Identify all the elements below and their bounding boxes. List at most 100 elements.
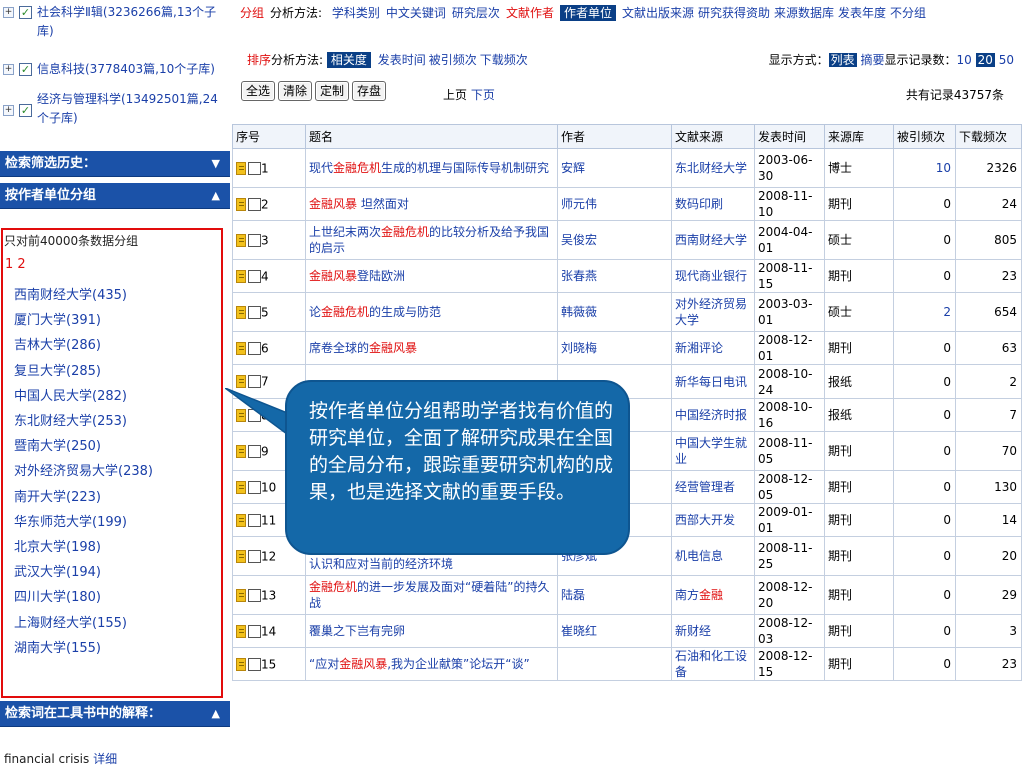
checkbox-checked-icon[interactable]: ✓: [19, 6, 32, 19]
count-50[interactable]: 50: [999, 53, 1014, 67]
document-icon[interactable]: [236, 549, 246, 563]
author-cell[interactable]: 刘晓梅: [557, 331, 672, 365]
col-header-downloads[interactable]: 下载频次: [955, 124, 1022, 149]
document-icon[interactable]: [236, 233, 246, 247]
source-cell[interactable]: 现代商业银行: [671, 259, 755, 293]
title-fragment[interactable]: 金融风暴: [309, 269, 357, 283]
row-checkbox[interactable]: [248, 480, 261, 494]
title-cell[interactable]: 金融风暴 坦然面对: [305, 187, 558, 221]
col-header-cited[interactable]: 被引频次: [893, 124, 956, 149]
cited-cell[interactable]: 10: [893, 148, 956, 188]
group-option[interactable]: 文献作者: [506, 6, 554, 20]
sort-option[interactable]: 下载频次: [480, 53, 528, 67]
col-header-date[interactable]: 发表时间: [754, 124, 825, 149]
table-row[interactable]: 3 上世纪末两次金融危机的比较分析及给予我国的启示 吴俊宏 西南财经大学 2004-04…: [232, 220, 1022, 260]
title-cell[interactable]: 论金融危机的生成与防范: [305, 292, 558, 332]
author-cell[interactable]: 吴俊宏: [557, 220, 672, 260]
collapse-up-icon[interactable]: ▲: [212, 701, 220, 727]
table-row[interactable]: 13 金融危机的进一步发展及面对“硬着陆”的持久战 陆磊 南方金融 2008-12-20…: [232, 575, 1022, 615]
group-by-unit-bar[interactable]: 按作者单位分组 ▲: [0, 183, 230, 209]
next-page[interactable]: 下页: [471, 88, 495, 102]
db-label[interactable]: 信息科技(3778403篇,10个子库): [37, 60, 227, 79]
group-option-selected[interactable]: 作者单位: [559, 5, 616, 21]
document-icon[interactable]: [236, 197, 246, 211]
row-checkbox[interactable]: [248, 513, 261, 527]
author-cell[interactable]: 安辉: [557, 148, 672, 188]
source-cell[interactable]: 东北财经大学: [671, 148, 755, 188]
display-list-mode[interactable]: 列表: [828, 53, 857, 67]
cited-cell[interactable]: 2: [893, 292, 956, 332]
count-20[interactable]: 20: [975, 53, 995, 67]
unit-item[interactable]: 复旦大学(285): [14, 362, 101, 381]
title-fragment[interactable]: 生成的机理与国际传导机制研究: [381, 161, 549, 175]
document-icon[interactable]: [236, 269, 246, 283]
unit-item[interactable]: 华东师范大学(199): [14, 513, 127, 532]
source-cell[interactable]: 经营管理者: [671, 470, 755, 504]
document-icon[interactable]: [236, 305, 246, 319]
author-cell[interactable]: [557, 647, 672, 681]
unit-item[interactable]: 对外经济贸易大学(238): [14, 462, 153, 481]
title-fragment[interactable]: 的生成与防范: [369, 305, 441, 319]
col-header-database[interactable]: 来源库: [824, 124, 894, 149]
expand-icon[interactable]: +: [3, 105, 14, 116]
title-cell[interactable]: 上世纪末两次金融危机的比较分析及给予我国的启示: [305, 220, 558, 260]
source-cell[interactable]: 西部大开发: [671, 503, 755, 537]
group-option[interactable]: 发表年度: [838, 6, 886, 20]
count-10[interactable]: 10: [957, 53, 972, 67]
title-fragment[interactable]: 金融危机: [381, 225, 429, 239]
document-icon[interactable]: [236, 657, 246, 671]
title-fragment[interactable]: 金融风暴: [369, 341, 417, 355]
document-icon[interactable]: [236, 341, 246, 355]
unit-item[interactable]: 西南财经大学(435): [14, 286, 127, 305]
search-history-bar[interactable]: 检索筛选历史： ▼: [0, 151, 230, 177]
row-checkbox[interactable]: [248, 161, 261, 175]
group-option[interactable]: 中文关键词: [386, 6, 446, 20]
row-checkbox[interactable]: [248, 657, 261, 671]
unit-item[interactable]: 上海财经大学(155): [14, 614, 127, 633]
unit-item[interactable]: 暨南大学(250): [14, 437, 101, 456]
title-fragment[interactable]: 金融危机: [333, 161, 381, 175]
title-fragment[interactable]: 金融风暴: [309, 197, 357, 211]
source-cell[interactable]: 新华每日电讯: [671, 364, 755, 399]
col-header-source[interactable]: 文献来源: [671, 124, 755, 149]
author-cell[interactable]: 陆磊: [557, 575, 672, 615]
save-button[interactable]: 存盘: [352, 81, 387, 101]
document-icon[interactable]: [236, 513, 246, 527]
title-fragment[interactable]: ,我为企业献策”论坛开“谈”: [387, 657, 529, 671]
source-cell[interactable]: 南方金融: [671, 575, 755, 615]
group-option[interactable]: 研究获得资助: [698, 6, 770, 20]
clear-button[interactable]: 清除: [278, 81, 313, 101]
title-fragment[interactable]: 席卷全球的: [309, 341, 369, 355]
source-cell[interactable]: 数码印刷: [671, 187, 755, 221]
row-checkbox[interactable]: [248, 269, 261, 283]
col-header-title[interactable]: 题名: [305, 124, 558, 149]
checkbox-checked-icon[interactable]: ✓: [19, 104, 32, 117]
row-checkbox[interactable]: [248, 588, 261, 602]
collapse-down-icon[interactable]: ▼: [212, 151, 220, 177]
source-fragment[interactable]: 南方: [675, 588, 699, 602]
sort-relevance[interactable]: 相关度: [326, 52, 371, 68]
source-cell[interactable]: 对外经济贸易大学: [671, 292, 755, 332]
select-all-button[interactable]: 全选: [241, 81, 276, 101]
expand-icon[interactable]: +: [3, 64, 14, 75]
author-cell[interactable]: 师元伟: [557, 187, 672, 221]
sort-option[interactable]: 被引频次: [429, 53, 477, 67]
table-row[interactable]: 15 “应对金融风暴,我为企业献策”论坛开“谈” 石油和化工设备 2008-12-15…: [232, 647, 1022, 681]
row-checkbox[interactable]: [248, 341, 261, 355]
source-cell[interactable]: 新湘评论: [671, 331, 755, 365]
title-fragment[interactable]: 现代: [309, 161, 333, 175]
db-label[interactable]: 经济与管理科学(13492501篇,24个子库): [37, 90, 227, 128]
title-fragment[interactable]: 金融风暴: [339, 657, 387, 671]
title-fragment[interactable]: 金融危机: [309, 580, 357, 594]
prev-page[interactable]: 上页: [443, 88, 467, 102]
document-icon[interactable]: [236, 161, 246, 175]
author-cell[interactable]: 韩薇薇: [557, 292, 672, 332]
source-cell[interactable]: 石油和化工设备: [671, 647, 755, 681]
group-option[interactable]: 学科类别: [332, 6, 380, 20]
source-fragment[interactable]: 金融: [699, 588, 723, 602]
table-row[interactable]: 2 金融风暴 坦然面对 师元伟 数码印刷 2008-11-10 期刊 0 24: [232, 187, 1022, 221]
unit-item[interactable]: 四川大学(180): [14, 588, 101, 607]
title-fragment[interactable]: 上世纪末两次: [309, 225, 381, 239]
row-checkbox[interactable]: [248, 305, 261, 319]
unit-item[interactable]: 中国人民大学(282): [14, 387, 127, 406]
